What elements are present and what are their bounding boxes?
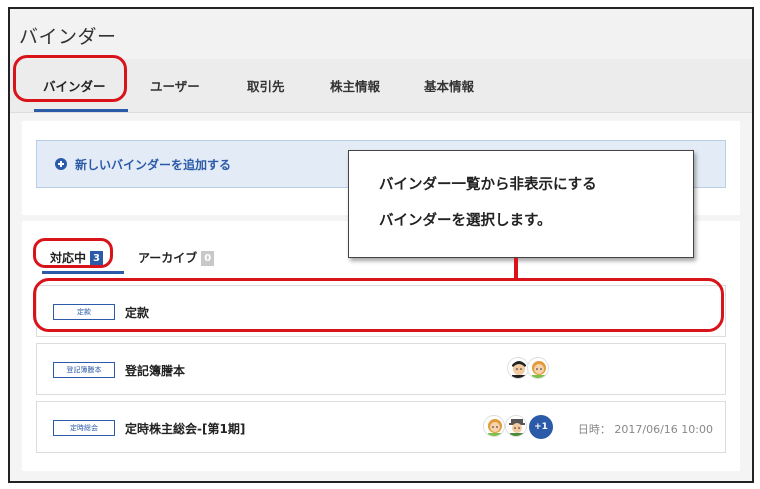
subtab-archive-label: アーカイブ — [138, 251, 198, 265]
callout-line-1: バインダー一覧から非表示にする — [379, 177, 597, 193]
tab-clients[interactable]: 取引先 — [247, 76, 285, 95]
plus-circle-icon — [55, 158, 67, 170]
subtab-active[interactable]: 対応中 3 — [50, 249, 104, 266]
binder-title: 定款 — [125, 306, 150, 320]
main-tabs: バインダー ユーザー 取引先 株主情報 基本情報 — [10, 59, 752, 113]
active-tab-indicator — [34, 109, 128, 112]
subtab-active-label: 対応中 — [50, 251, 87, 265]
archive-count-badge: 0 — [201, 251, 215, 266]
user-avatar — [507, 357, 529, 379]
user-avatar — [505, 415, 527, 437]
tab-shareholders[interactable]: 株主情報 — [330, 76, 380, 95]
user-avatar — [483, 415, 505, 437]
tab-users[interactable]: ユーザー — [150, 76, 200, 95]
list-item[interactable]: 定時総会 定時株主総会-[第1期] +1 日時： 2017/06/16 10:0… — [36, 401, 726, 453]
callout-line-2: バインダーを選択します。 — [379, 213, 552, 229]
callout-connector — [514, 258, 518, 280]
subtab-archive[interactable]: アーカイブ 0 — [138, 249, 215, 266]
more-members-badge: +1 — [529, 415, 553, 439]
tab-basic-info[interactable]: 基本情報 — [424, 76, 474, 95]
active-count-badge: 3 — [90, 251, 104, 266]
binder-tag: 定款 — [53, 304, 115, 320]
binder-list: 定款 定款 登記簿謄本 登記簿謄本 定時総会 定時株主総会-[第1期] +1 日… — [36, 285, 726, 459]
add-binder-label: 新しいバインダーを追加する — [75, 158, 232, 172]
title-bar: バインダー — [10, 9, 752, 59]
binder-tag: 定時総会 — [53, 420, 115, 436]
list-item[interactable]: 登記簿謄本 登記簿謄本 — [36, 343, 726, 395]
binder-tag: 登記簿謄本 — [53, 362, 115, 378]
binder-title: 定時株主総会-[第1期] — [125, 422, 246, 436]
user-avatar — [527, 357, 549, 379]
list-item[interactable]: 定款 定款 — [36, 285, 726, 337]
tab-binder[interactable]: バインダー — [43, 76, 106, 95]
active-subtab-indicator — [42, 271, 124, 274]
binder-title: 登記簿謄本 — [125, 364, 186, 378]
instruction-callout: バインダー一覧から非表示にする バインダーを選択します。 — [348, 150, 694, 258]
page-title: バインダー — [19, 26, 117, 48]
meeting-datetime: 日時： 2017/06/16 10:00 — [577, 423, 713, 436]
